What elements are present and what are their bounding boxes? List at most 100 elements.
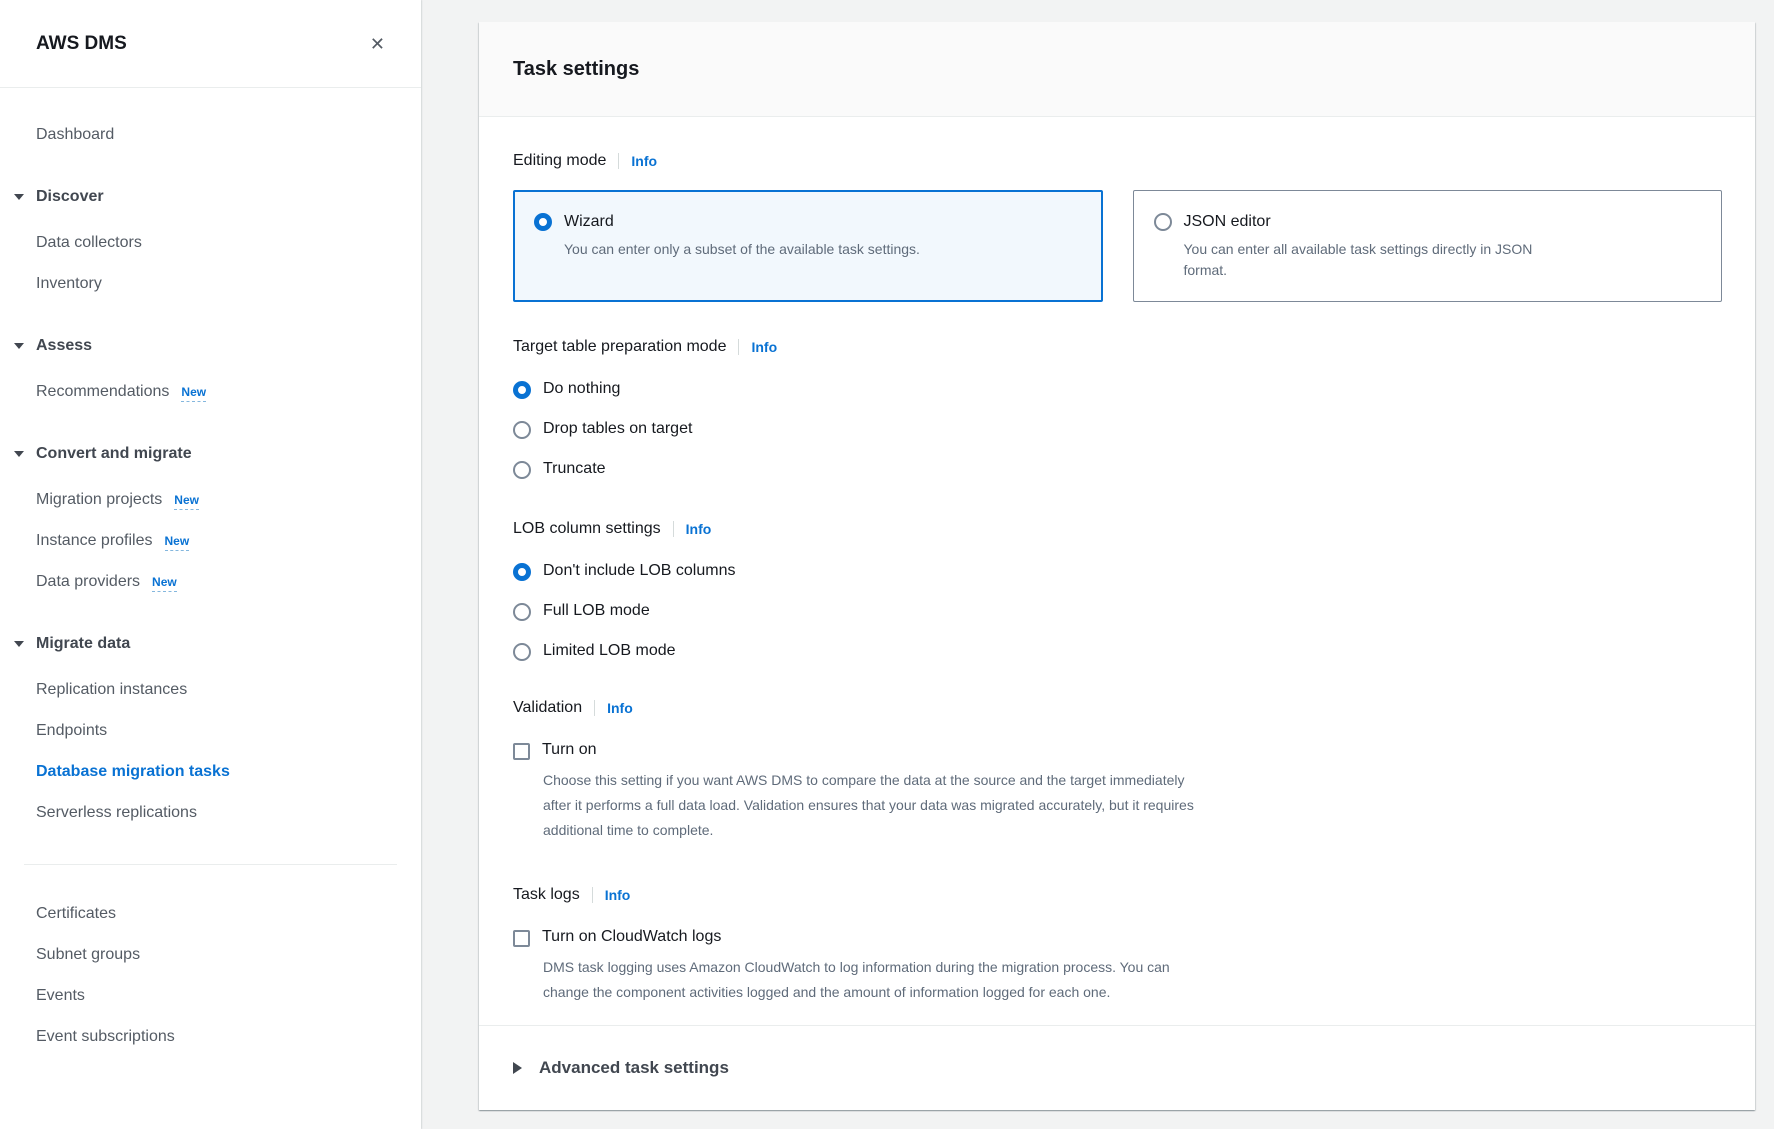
validation-description: Choose this setting if you want AWS DMS …	[543, 768, 1722, 843]
validation-checkbox[interactable]	[513, 743, 530, 760]
sidebar-item-migration-projects[interactable]: Migration projects New	[36, 489, 385, 511]
sidebar-item-certificates[interactable]: Certificates	[36, 903, 385, 925]
sidebar-section-label: Migrate data	[36, 633, 130, 655]
radio-option-no-lob[interactable]: Don't include LOB columns	[513, 559, 1722, 583]
sidebar-section-discover[interactable]: Discover	[14, 186, 385, 208]
chevron-down-icon	[14, 343, 24, 349]
lob-settings-label: LOB column settings	[513, 519, 661, 539]
close-icon[interactable]: ✕	[370, 34, 385, 54]
sidebar-divider	[24, 864, 397, 865]
validation-info-link[interactable]: Info	[607, 698, 633, 718]
sidebar-item-inventory[interactable]: Inventory	[36, 273, 385, 295]
new-badge[interactable]: New	[152, 575, 177, 592]
editing-mode-tiles: Wizard You can enter only a subset of th…	[513, 190, 1722, 302]
label-info-divider	[592, 887, 593, 903]
panel-body: Editing mode Info Wizard You can enter o…	[479, 117, 1755, 1025]
json-editor-tile-title: JSON editor	[1184, 212, 1533, 232]
wizard-tile-desc: You can enter only a subset of the avail…	[564, 239, 920, 260]
sidebar-item-replication-instances[interactable]: Replication instances	[36, 679, 385, 701]
validation-checkbox-row[interactable]: Turn on	[513, 738, 1722, 762]
sidebar-item-label: Migration projects	[36, 491, 162, 508]
chevron-down-icon	[14, 194, 24, 200]
sidebar-item-instance-profiles[interactable]: Instance profiles New	[36, 530, 385, 552]
radio-option-truncate[interactable]: Truncate	[513, 457, 1722, 481]
sidebar-section-label: Discover	[36, 186, 104, 208]
sidebar-item-event-subscriptions[interactable]: Event subscriptions	[36, 1026, 385, 1048]
sidebar-section-convert-and-migrate[interactable]: Convert and migrate	[14, 443, 385, 465]
desc-line: DMS task logging uses Amazon CloudWatch …	[543, 955, 1722, 980]
wizard-tile-content: Wizard You can enter only a subset of th…	[564, 212, 920, 260]
json-editor-tile-desc: You can enter all available task setting…	[1184, 239, 1533, 281]
radio-option-label: Limited LOB mode	[543, 639, 676, 663]
task-logs-info-link[interactable]: Info	[605, 885, 631, 905]
chevron-down-icon	[14, 641, 24, 647]
advanced-task-settings-label: Advanced task settings	[539, 1058, 729, 1078]
target-table-prep-label: Target table preparation mode	[513, 337, 726, 357]
radio-option-label: Do nothing	[543, 377, 620, 401]
chevron-right-icon	[513, 1062, 522, 1074]
new-badge[interactable]: New	[181, 385, 206, 402]
task-logs-description: DMS task logging uses Amazon CloudWatch …	[543, 955, 1722, 1005]
radio-option-label: Full LOB mode	[543, 599, 650, 623]
label-info-divider	[673, 521, 674, 537]
radio-option-drop-tables[interactable]: Drop tables on target	[513, 417, 1722, 441]
desc-line: format.	[1184, 260, 1533, 281]
new-badge[interactable]: New	[165, 534, 190, 551]
json-editor-tile[interactable]: JSON editor You can enter all available …	[1133, 190, 1723, 302]
validation-checkbox-label: Turn on	[542, 738, 597, 762]
editing-mode-info-link[interactable]: Info	[631, 151, 657, 171]
lob-settings-info-link[interactable]: Info	[686, 519, 712, 539]
sidebar: AWS DMS ✕ Dashboard Discover Data collec…	[0, 0, 421, 1129]
page-title: Task settings	[513, 58, 639, 81]
truncate-radio[interactable]	[513, 461, 531, 479]
wizard-tile[interactable]: Wizard You can enter only a subset of th…	[513, 190, 1103, 302]
wizard-radio[interactable]	[534, 213, 552, 231]
chevron-down-icon	[14, 451, 24, 457]
no-lob-radio[interactable]	[513, 563, 531, 581]
editing-mode-label: Editing mode	[513, 151, 606, 171]
cloudwatch-checkbox-row[interactable]: Turn on CloudWatch logs	[513, 925, 1722, 949]
sidebar-item-label: Data providers	[36, 573, 140, 590]
cloudwatch-checkbox[interactable]	[513, 930, 530, 947]
sidebar-section-migrate-data[interactable]: Migrate data	[14, 633, 385, 655]
sidebar-item-label: Recommendations	[36, 383, 169, 400]
sidebar-item-label: Instance profiles	[36, 532, 153, 549]
sidebar-item-serverless-replications[interactable]: Serverless replications	[36, 802, 385, 824]
radio-option-do-nothing[interactable]: Do nothing	[513, 377, 1722, 401]
limited-lob-radio[interactable]	[513, 643, 531, 661]
sidebar-nav: Dashboard Discover Data collectors Inven…	[0, 124, 421, 1048]
sidebar-item-events[interactable]: Events	[36, 985, 385, 1007]
new-badge[interactable]: New	[174, 493, 199, 510]
app-root: AWS DMS ✕ Dashboard Discover Data collec…	[0, 0, 1774, 1129]
sidebar-item-data-providers[interactable]: Data providers New	[36, 571, 385, 593]
radio-option-label: Drop tables on target	[543, 417, 692, 441]
validation-label: Validation	[513, 698, 582, 718]
full-lob-radio[interactable]	[513, 603, 531, 621]
drop-tables-radio[interactable]	[513, 421, 531, 439]
desc-line: change the component activities logged a…	[543, 980, 1722, 1005]
target-table-prep-label-row: Target table preparation mode Info	[513, 337, 1722, 357]
sidebar-item-database-migration-tasks[interactable]: Database migration tasks	[36, 761, 385, 783]
sidebar-item-data-collectors[interactable]: Data collectors	[36, 232, 385, 254]
sidebar-header: AWS DMS ✕	[0, 0, 421, 88]
sidebar-item-recommendations[interactable]: Recommendations New	[36, 381, 385, 403]
do-nothing-radio[interactable]	[513, 381, 531, 399]
radio-option-full-lob[interactable]: Full LOB mode	[513, 599, 1722, 623]
sidebar-item-dashboard[interactable]: Dashboard	[36, 124, 385, 146]
label-info-divider	[738, 339, 739, 355]
task-logs-label-row: Task logs Info	[513, 885, 1722, 905]
sidebar-section-label: Convert and migrate	[36, 443, 192, 465]
desc-line: after it performs a full data load. Vali…	[543, 793, 1722, 818]
radio-option-limited-lob[interactable]: Limited LOB mode	[513, 639, 1722, 663]
advanced-task-settings-expander[interactable]: Advanced task settings	[479, 1025, 1755, 1110]
sidebar-item-subnet-groups[interactable]: Subnet groups	[36, 944, 385, 966]
lob-settings-label-row: LOB column settings Info	[513, 519, 1722, 539]
validation-label-row: Validation Info	[513, 698, 1722, 718]
sidebar-item-endpoints[interactable]: Endpoints	[36, 720, 385, 742]
main-content: Task settings Editing mode Info Wizard Y…	[421, 0, 1774, 1129]
json-editor-radio[interactable]	[1154, 213, 1172, 231]
json-editor-tile-content: JSON editor You can enter all available …	[1184, 212, 1533, 281]
sidebar-section-assess[interactable]: Assess	[14, 335, 385, 357]
target-table-prep-info-link[interactable]: Info	[751, 337, 777, 357]
wizard-tile-title: Wizard	[564, 212, 920, 232]
